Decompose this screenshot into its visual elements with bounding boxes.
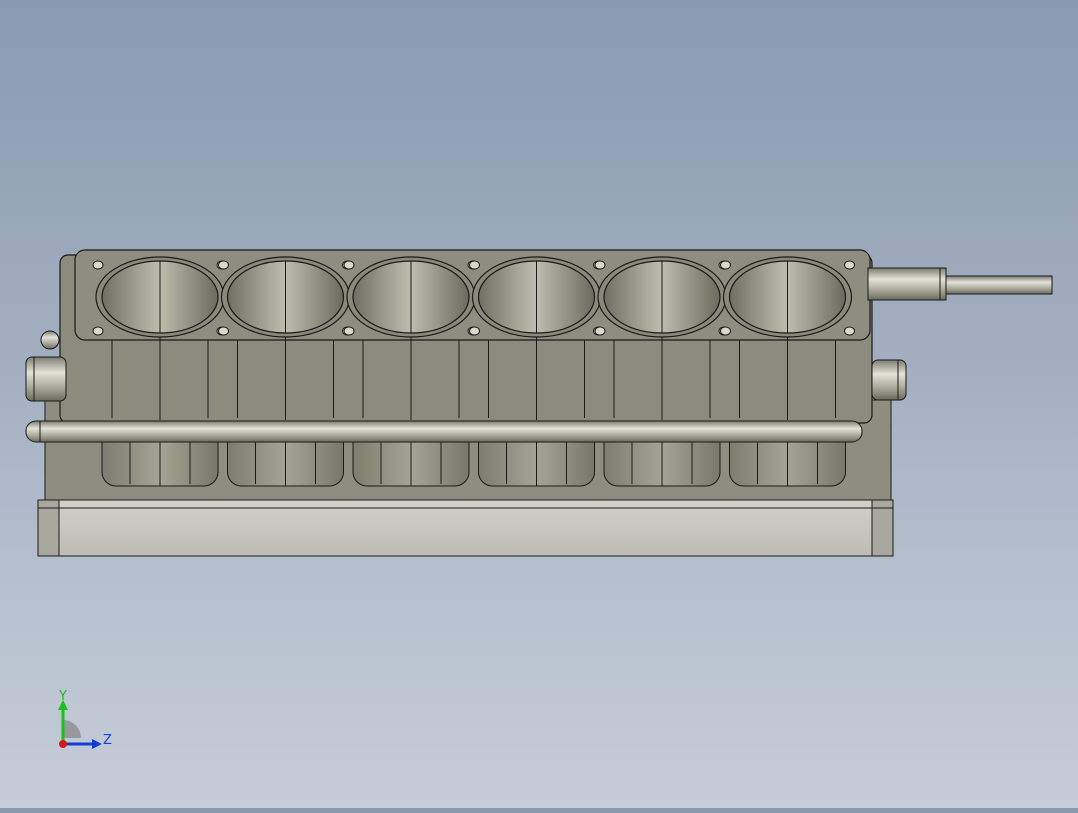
triad-arc xyxy=(63,720,81,738)
z-axis-arrow xyxy=(92,739,102,749)
bolt-hole xyxy=(218,260,229,270)
graphics-viewport[interactable]: Y Z xyxy=(0,0,1078,808)
output-shaft[interactable] xyxy=(867,267,1053,301)
z-axis-label: Z xyxy=(103,733,112,748)
coordinate-triad: Y Z xyxy=(58,689,112,749)
right-coolant-port[interactable] xyxy=(871,359,907,401)
bolt-hole xyxy=(92,326,104,336)
bolt-hole xyxy=(720,326,731,336)
bolt-hole xyxy=(844,326,855,336)
bolt-hole xyxy=(218,326,229,336)
x-axis-dot xyxy=(59,740,67,748)
y-axis-label: Y xyxy=(58,689,67,704)
bolt-hole xyxy=(343,326,355,336)
bolt-hole xyxy=(343,260,355,270)
engine-block-model[interactable] xyxy=(0,0,1078,808)
bolt-hole xyxy=(469,260,480,270)
bolt-hole xyxy=(594,326,606,336)
bolt-hole xyxy=(594,260,606,270)
side-rail-tube[interactable] xyxy=(25,420,863,443)
bolt-hole xyxy=(844,260,855,270)
bolt-hole xyxy=(720,260,731,270)
bolt-hole xyxy=(92,260,104,270)
bolt-hole xyxy=(469,326,480,336)
